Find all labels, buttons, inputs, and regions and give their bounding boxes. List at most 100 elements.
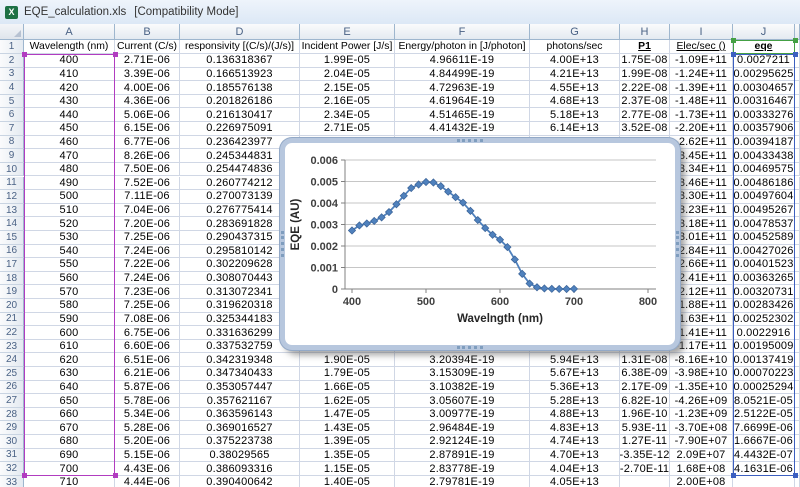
cell-J7[interactable]: 0.00357906 — [733, 122, 795, 136]
cell-G24[interactable]: 5.94E+13 — [530, 353, 620, 367]
cell-J14[interactable]: 0.00478537 — [733, 217, 795, 231]
data-point-marker[interactable] — [556, 285, 563, 292]
cell-H5[interactable]: 2.37E-08 — [620, 95, 670, 109]
row-header-25[interactable]: 25 — [0, 367, 24, 381]
cell-E7[interactable]: 2.71E-05 — [300, 122, 395, 136]
cell-G26[interactable]: 5.36E+13 — [530, 381, 620, 395]
cell-J22[interactable]: 0.0022916 — [733, 326, 795, 340]
cell-A27[interactable]: 650 — [24, 394, 115, 408]
cell-E29[interactable]: 1.43E-05 — [300, 421, 395, 435]
cell-E32[interactable]: 1.15E-05 — [300, 462, 395, 476]
cell-J31[interactable]: 4.4432E-07 — [733, 449, 795, 463]
cell-J4[interactable]: 0.00304657 — [733, 81, 795, 95]
cell-B23[interactable]: 6.60E-06 — [115, 340, 180, 354]
cell-D27[interactable]: 0.357621167 — [180, 394, 300, 408]
cell-D30[interactable]: 0.375223738 — [180, 435, 300, 449]
row-header-10[interactable]: 10 — [0, 163, 24, 177]
cell-K28[interactable] — [795, 408, 800, 422]
cell-K30[interactable] — [795, 435, 800, 449]
cell-G28[interactable]: 4.88E+13 — [530, 408, 620, 422]
cell-K20[interactable] — [795, 299, 800, 313]
row-header-27[interactable]: 27 — [0, 394, 24, 408]
category-range-A2-A32-fill-handle[interactable] — [113, 473, 118, 478]
cell-J12[interactable]: 0.00497604 — [733, 190, 795, 204]
cell-B20[interactable]: 7.25E-06 — [115, 299, 180, 313]
value-range-J2-J32-fill-handle[interactable] — [793, 52, 798, 57]
cell-G3[interactable]: 4.21E+13 — [530, 68, 620, 82]
cell-A15[interactable]: 530 — [24, 231, 115, 245]
cell-I7[interactable]: -2.20E+11 — [670, 122, 733, 136]
cell-B7[interactable]: 6.15E-06 — [115, 122, 180, 136]
cell-A29[interactable]: 670 — [24, 421, 115, 435]
cell-A31[interactable]: 690 — [24, 449, 115, 463]
cell-K24[interactable] — [795, 353, 800, 367]
cell-F28[interactable]: 3.00977E-19 — [395, 408, 530, 422]
cell-B27[interactable]: 5.78E-06 — [115, 394, 180, 408]
row-header-26[interactable]: 26 — [0, 381, 24, 395]
column-header-F[interactable]: F — [395, 24, 530, 40]
cell-G7[interactable]: 6.14E+13 — [530, 122, 620, 136]
row-header-2[interactable]: 2 — [0, 54, 24, 68]
cell-B25[interactable]: 6.21E-06 — [115, 367, 180, 381]
cell-A30[interactable]: 680 — [24, 435, 115, 449]
cell-F30[interactable]: 2.92124E-19 — [395, 435, 530, 449]
cell-D2[interactable]: 0.136318367 — [180, 54, 300, 68]
cell-F1[interactable]: Energy/photon in [J/photon] — [395, 40, 530, 54]
cell-F7[interactable]: 4.41432E-19 — [395, 122, 530, 136]
cell-E4[interactable]: 2.15E-05 — [300, 81, 395, 95]
cell-K29[interactable] — [795, 421, 800, 435]
cell-F33[interactable]: 2.79781E-19 — [395, 476, 530, 487]
cell-H6[interactable]: 2.77E-08 — [620, 108, 670, 122]
cell-B32[interactable]: 4.43E-06 — [115, 462, 180, 476]
cell-D7[interactable]: 0.226975091 — [180, 122, 300, 136]
cell-A4[interactable]: 420 — [24, 81, 115, 95]
cell-E3[interactable]: 2.04E-05 — [300, 68, 395, 82]
cell-I1[interactable]: Elec/sec () — [670, 40, 733, 54]
cell-A2[interactable]: 400 — [24, 54, 115, 68]
cell-B16[interactable]: 7.24E-06 — [115, 245, 180, 259]
cell-H29[interactable]: 5.93E-11 — [620, 421, 670, 435]
cell-K18[interactable] — [795, 272, 800, 286]
series-name-cell-J1-fill-handle[interactable] — [731, 38, 736, 43]
cell-D33[interactable]: 0.390400642 — [180, 476, 300, 487]
cell-B15[interactable]: 7.25E-06 — [115, 231, 180, 245]
cell-A20[interactable]: 580 — [24, 299, 115, 313]
cell-H28[interactable]: 1.96E-10 — [620, 408, 670, 422]
cell-K11[interactable] — [795, 177, 800, 191]
data-point-marker[interactable] — [363, 220, 370, 227]
cell-K12[interactable] — [795, 190, 800, 204]
row-header-15[interactable]: 15 — [0, 231, 24, 245]
cell-G5[interactable]: 4.68E+13 — [530, 95, 620, 109]
cell-E33[interactable]: 1.40E-05 — [300, 476, 395, 487]
row-header-33[interactable]: 33 — [0, 476, 24, 487]
cell-I24[interactable]: -8.16E+10 — [670, 353, 733, 367]
cell-K6[interactable] — [795, 108, 800, 122]
cell-E24[interactable]: 1.90E-05 — [300, 353, 395, 367]
cell-B2[interactable]: 2.71E-06 — [115, 54, 180, 68]
cell-K15[interactable] — [795, 231, 800, 245]
data-point-marker[interactable] — [422, 178, 429, 185]
cell-D5[interactable]: 0.201826186 — [180, 95, 300, 109]
cell-B10[interactable]: 7.50E-06 — [115, 163, 180, 177]
cell-B1[interactable]: Current (C/s) — [115, 40, 180, 54]
cell-I23[interactable]: -1.17E+11 — [670, 340, 733, 354]
row-header-18[interactable]: 18 — [0, 272, 24, 286]
cell-K3[interactable] — [795, 68, 800, 82]
cell-K21[interactable] — [795, 313, 800, 327]
chart-resize-handle-left[interactable] — [281, 231, 284, 257]
row-header-19[interactable]: 19 — [0, 285, 24, 299]
cell-A9[interactable]: 470 — [24, 149, 115, 163]
cell-B26[interactable]: 5.87E-06 — [115, 381, 180, 395]
chart[interactable]: 00.0010.0020.0030.0040.0050.006400500600… — [280, 138, 680, 350]
cell-A26[interactable]: 640 — [24, 381, 115, 395]
cell-E30[interactable]: 1.39E-05 — [300, 435, 395, 449]
cell-B22[interactable]: 6.75E-06 — [115, 326, 180, 340]
cell-J29[interactable]: 7.6699E-06 — [733, 421, 795, 435]
cell-F27[interactable]: 3.05607E-19 — [395, 394, 530, 408]
cell-J20[interactable]: 0.00283426 — [733, 299, 795, 313]
cell-A16[interactable]: 540 — [24, 245, 115, 259]
cell-I31[interactable]: 2.09E+07 — [670, 449, 733, 463]
cell-I2[interactable]: -1.09E+11 — [670, 54, 733, 68]
cell-D1[interactable]: responsivity [(C/s)/(J/s)] — [180, 40, 300, 54]
chart-resize-handle-right[interactable] — [676, 231, 679, 257]
